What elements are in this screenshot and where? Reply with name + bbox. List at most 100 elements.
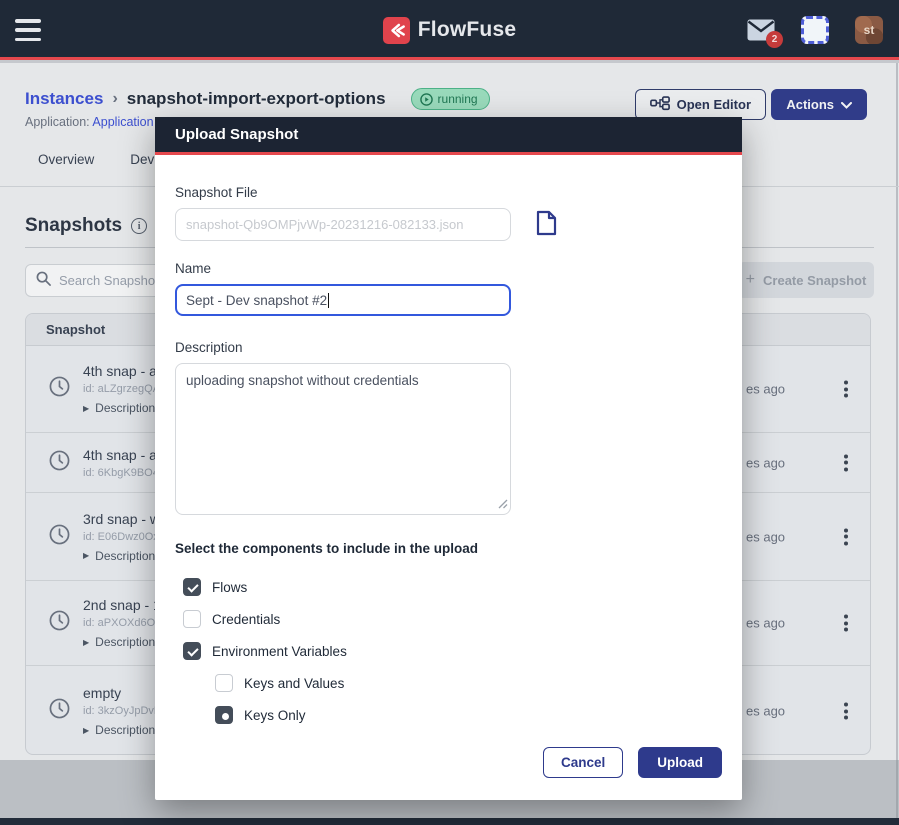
- upload-button[interactable]: Upload: [638, 747, 722, 778]
- status-badge: running: [411, 88, 490, 110]
- description-toggle[interactable]: ▶ Description: [83, 723, 163, 737]
- tab-overview[interactable]: Overview: [38, 152, 94, 179]
- flowfuse-logo-icon: [383, 17, 410, 44]
- checkbox-flows[interactable]: Flows: [183, 571, 722, 603]
- snapshot-timestamp: es ago: [746, 704, 785, 719]
- clock-icon: [49, 698, 70, 724]
- team-avatar[interactable]: [801, 16, 829, 44]
- snapshot-timestamp: es ago: [746, 529, 785, 544]
- radio-keys-only[interactable]: Keys Only: [215, 699, 722, 731]
- checkbox-checked-icon[interactable]: [183, 578, 201, 596]
- checkbox-label: Credentials: [212, 612, 280, 627]
- radio-label: Keys and Values: [244, 676, 344, 691]
- triangle-right-icon: ▶: [83, 551, 89, 560]
- file-field-label: Snapshot File: [175, 185, 722, 200]
- actions-label: Actions: [786, 97, 834, 112]
- create-snapshot-label: Create Snapshot: [763, 273, 866, 288]
- radio-unchecked-icon[interactable]: [215, 674, 233, 692]
- footer-bar: [0, 818, 899, 825]
- search-icon: [36, 271, 51, 291]
- radio-keys-and-values[interactable]: Keys and Values: [215, 667, 722, 699]
- description-toggle[interactable]: ▶ Description: [83, 401, 160, 415]
- file-picker-button[interactable]: [536, 210, 557, 239]
- upload-snapshot-modal: Upload Snapshot Snapshot File Name Sept …: [155, 117, 742, 800]
- user-avatar[interactable]: st: [855, 16, 883, 44]
- clock-icon: [49, 376, 70, 402]
- triangle-right-icon: ▶: [83, 404, 89, 413]
- snapshot-title: empty: [83, 685, 163, 701]
- snapshots-heading-row: Snapshots i: [25, 215, 147, 237]
- description-toggle-label: Description: [95, 723, 155, 737]
- snapshot-title: 4th snap - a: [83, 447, 165, 463]
- create-snapshot-button[interactable]: + Create Snapshot: [738, 262, 874, 298]
- snapshot-id: id: E06Dwz0Oxp: [83, 531, 165, 543]
- snapshot-title: 3rd snap - w: [83, 511, 165, 527]
- menu-icon[interactable]: [15, 19, 41, 41]
- column-snapshot: Snapshot: [46, 322, 105, 337]
- description-toggle-label: Description: [95, 635, 155, 649]
- kebab-menu-icon[interactable]: [840, 524, 852, 549]
- chevron-right-icon: ›: [112, 90, 117, 108]
- checkbox-label: Environment Variables: [212, 644, 347, 659]
- actions-button[interactable]: Actions: [771, 89, 867, 120]
- snapshot-timestamp: es ago: [746, 616, 785, 631]
- snapshot-id: id: aLZgrzegQA: [83, 383, 160, 395]
- breadcrumb-instances-link[interactable]: Instances: [25, 89, 103, 109]
- kebab-menu-icon[interactable]: [840, 377, 852, 402]
- components-heading: Select the components to include in the …: [175, 541, 722, 556]
- info-icon[interactable]: i: [131, 218, 147, 234]
- description-toggle-label: Description: [95, 401, 155, 415]
- open-editor-label: Open Editor: [677, 97, 751, 112]
- checkbox-label: Flows: [212, 580, 247, 595]
- snapshot-title: 4th snap - a: [83, 363, 160, 379]
- application-link[interactable]: Application: [92, 115, 153, 129]
- text-caret: [328, 293, 329, 308]
- page-title: snapshot-import-export-options: [127, 89, 386, 109]
- snapshots-heading: Snapshots: [25, 215, 122, 237]
- name-input[interactable]: Sept - Dev snapshot #2: [175, 284, 511, 316]
- notifications-button[interactable]: 2: [747, 19, 775, 41]
- snapshot-timestamp: es ago: [746, 382, 785, 397]
- name-input-value: Sept - Dev snapshot #2: [186, 293, 327, 308]
- components-list: Flows Credentials Environment Variables …: [175, 571, 722, 731]
- breadcrumb: Instances › snapshot-import-export-optio…: [25, 88, 490, 110]
- description-field-label: Description: [175, 340, 722, 355]
- cancel-button[interactable]: Cancel: [543, 747, 623, 778]
- snapshot-timestamp: es ago: [746, 455, 785, 470]
- running-icon: [420, 93, 433, 106]
- triangle-right-icon: ▶: [83, 638, 89, 647]
- snapshot-file-input[interactable]: [175, 208, 511, 241]
- modal-title: Upload Snapshot: [175, 126, 298, 143]
- editor-icon: [650, 95, 670, 114]
- status-label: running: [438, 92, 478, 106]
- plus-icon: +: [746, 271, 755, 289]
- clock-icon: [49, 450, 70, 476]
- description-toggle-label: Description: [95, 549, 155, 563]
- scrollbar-edge[interactable]: [896, 63, 898, 818]
- kebab-menu-icon[interactable]: [840, 611, 852, 636]
- top-navbar: FlowFuse 2 st: [0, 0, 899, 60]
- notification-badge: 2: [766, 31, 783, 48]
- document-icon: [536, 210, 557, 239]
- radio-label: Keys Only: [244, 708, 306, 723]
- application-row: Application: Application: [25, 115, 154, 129]
- kebab-menu-icon[interactable]: [840, 450, 852, 475]
- clock-icon: [49, 524, 70, 550]
- chevron-down-icon: [841, 97, 852, 112]
- checkbox-credentials[interactable]: Credentials: [183, 603, 722, 635]
- name-field-label: Name: [175, 261, 722, 276]
- checkbox-checked-icon[interactable]: [183, 642, 201, 660]
- radio-checked-icon[interactable]: [215, 706, 233, 724]
- checkbox-unchecked-icon[interactable]: [183, 610, 201, 628]
- description-textarea[interactable]: uploading snapshot without credentials: [175, 363, 511, 515]
- brand-name: FlowFuse: [418, 18, 516, 42]
- description-toggle[interactable]: ▶ Description: [83, 549, 165, 563]
- checkbox-environment-variables[interactable]: Environment Variables: [183, 635, 722, 667]
- application-label: Application:: [25, 115, 90, 129]
- modal-header: Upload Snapshot: [155, 117, 742, 155]
- triangle-right-icon: ▶: [83, 726, 89, 735]
- open-editor-button[interactable]: Open Editor: [635, 89, 766, 120]
- clock-icon: [49, 610, 70, 636]
- snapshot-id: id: 3kzOyJpDvM: [83, 705, 163, 717]
- kebab-menu-icon[interactable]: [840, 699, 852, 724]
